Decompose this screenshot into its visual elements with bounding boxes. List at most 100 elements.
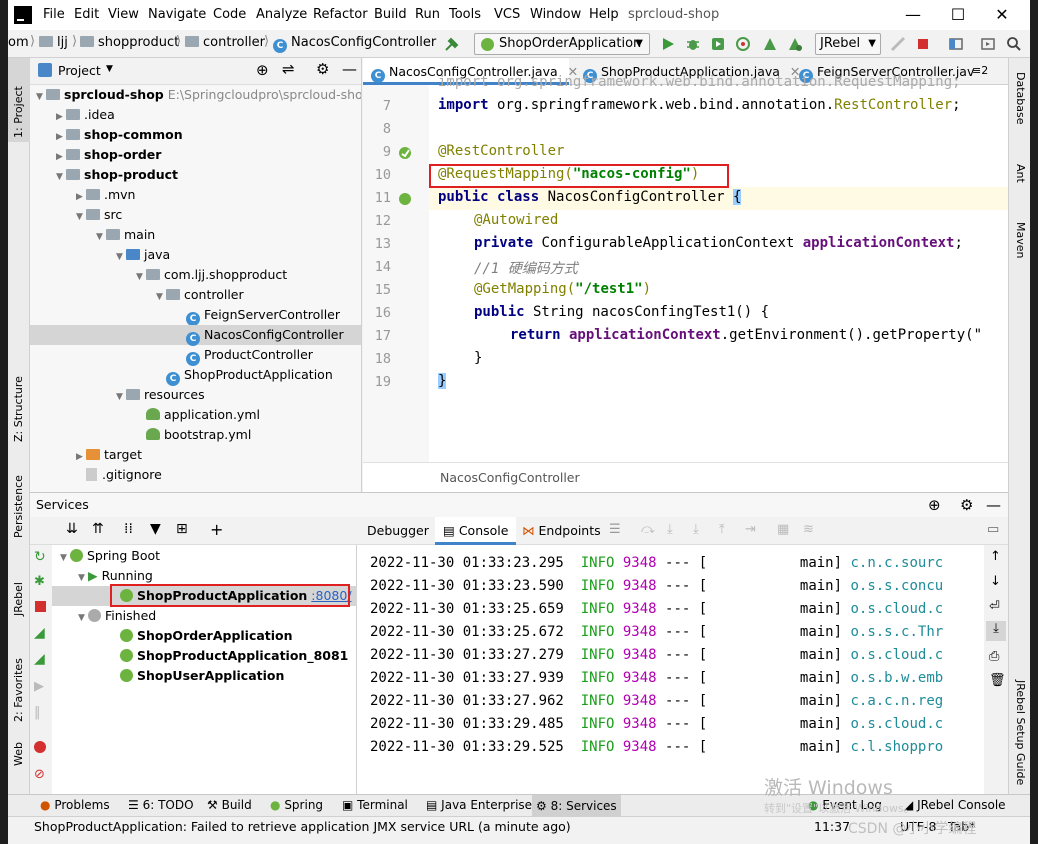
tool-terminal[interactable]: ▣ Terminal	[342, 798, 408, 812]
svc-spring-boot[interactable]: ▼ Spring Boot	[52, 546, 160, 566]
tab-endpoints[interactable]: ⋈ Endpoints	[514, 517, 609, 545]
close-button[interactable]: ✕	[980, 4, 1024, 26]
step-over-icon[interactable]: ⤼	[641, 522, 655, 537]
menu-navigate[interactable]: Navigate	[148, 7, 206, 22]
editor-breadcrumb[interactable]: NacosConfigController	[363, 462, 1008, 492]
status-message[interactable]: ShopProductApplication: Failed to retrie…	[34, 819, 571, 834]
collapse-all-icon[interactable]: ⇌	[282, 60, 295, 78]
project-structure-icon[interactable]	[948, 36, 964, 52]
tree-item[interactable]: .gitignore	[30, 465, 361, 485]
add-service-icon[interactable]: +	[210, 520, 223, 539]
clear-all-icon[interactable]: 🗑	[989, 673, 1006, 688]
tree-item[interactable]: ▼ main	[30, 225, 361, 247]
tree-item[interactable]: ▼ controller	[30, 285, 361, 305]
tree-item[interactable]: C FeignServerController	[30, 305, 361, 326]
tree-expand-icon[interactable]: ▼	[116, 247, 126, 267]
tab-debugger[interactable]: Debugger	[359, 517, 437, 545]
breadcrumb-om[interactable]: om	[8, 35, 29, 50]
tree-expand-icon[interactable]: ▶	[76, 447, 86, 467]
group-by-icon[interactable]: ⁞⁞	[124, 521, 133, 537]
collapse-all-icon[interactable]: ⇈	[92, 521, 104, 537]
tool-tab-maven[interactable]: Maven	[1014, 222, 1027, 258]
scroll-up-icon[interactable]: ↑	[990, 549, 1001, 564]
jrebel-update-icon[interactable]	[890, 36, 906, 52]
tree-item[interactable]: ▶ shop-order	[30, 145, 361, 165]
run-with-coverage-icon[interactable]	[710, 36, 726, 52]
spring-bean-gutter-icon[interactable]	[397, 145, 413, 161]
presentation-icon[interactable]	[980, 36, 996, 52]
tree-item[interactable]: bootstrap.yml	[30, 425, 361, 445]
breadcrumb-ljj[interactable]: ljj	[39, 35, 68, 50]
tree-expand-icon[interactable]: ▶	[56, 107, 66, 127]
layout-icon[interactable]: ▭	[987, 522, 999, 537]
run-to-cursor-icon[interactable]: ⇥	[745, 522, 756, 537]
new-tab-icon[interactable]: ⊞	[176, 521, 188, 537]
tab-console[interactable]: ▤ Console	[435, 517, 517, 545]
menu-analyze[interactable]: Analyze	[256, 7, 307, 22]
resume-icon[interactable]: ▶	[34, 679, 48, 694]
gear-icon[interactable]: ⚙	[960, 493, 973, 517]
menu-help[interactable]: Help	[589, 7, 619, 22]
tool-tab-database[interactable]: Database	[1014, 72, 1027, 125]
scroll-to-end-icon[interactable]: ⤓	[986, 621, 1006, 641]
svc-finished-app[interactable]: ShopOrderApplication	[52, 626, 293, 646]
menu-icon[interactable]: ☰	[609, 522, 621, 537]
mute-breakpoints-icon[interactable]: ⊘	[34, 767, 48, 782]
evaluate-icon[interactable]: ▦	[777, 522, 789, 537]
tool-problems[interactable]: ● Problems	[40, 798, 110, 812]
jrebel-select[interactable]: JRebel ▼	[815, 33, 881, 55]
tree-root[interactable]: ▼ sprcloud-shop E:\Springcloudpro\sprclou…	[30, 85, 361, 105]
menu-run[interactable]: Run	[415, 7, 440, 22]
tool-tab-web[interactable]: Web	[12, 742, 25, 766]
tool-spring[interactable]: ● Spring	[270, 798, 323, 812]
scroll-down-icon[interactable]: ↓	[990, 574, 1001, 589]
tool-services[interactable]: ⚙ 8: Services	[532, 795, 621, 817]
soft-wrap-icon[interactable]: ⏎	[989, 599, 1000, 614]
svc-finished-group[interactable]: ▼ Finished	[52, 606, 156, 626]
tree-item[interactable]: C ProductController	[30, 345, 361, 366]
tool-todo[interactable]: ☰ 6: TODO	[128, 798, 194, 812]
breadcrumb-controller[interactable]: controller	[185, 35, 265, 50]
run-configuration-select[interactable]: ShopOrderApplication ▼	[474, 33, 650, 55]
jrebel-debug-icon[interactable]: ◢	[34, 651, 48, 667]
force-step-into-icon[interactable]: ⤓	[693, 522, 699, 537]
locate-icon[interactable]: ⊕	[256, 61, 269, 79]
caret-position[interactable]: 11:37	[814, 817, 850, 837]
breadcrumb-nacosconfigcontroller[interactable]: C NacosConfigController	[273, 35, 436, 53]
tree-item[interactable]: application.yml	[30, 405, 361, 425]
tool-tab-jrebel-setup-guide[interactable]: JRebel Setup Guide	[1014, 680, 1027, 785]
hide-icon[interactable]: —	[986, 493, 1001, 517]
chevron-down-icon[interactable]: ▼	[106, 64, 113, 74]
step-out-icon[interactable]: ⤒	[719, 522, 725, 537]
tree-item[interactable]: ▼ src	[30, 205, 361, 225]
menu-code[interactable]: Code	[213, 7, 246, 22]
step-into-icon[interactable]: ⤓	[667, 522, 673, 537]
trace-icon[interactable]: ≋	[803, 522, 814, 537]
tool-tab-ant[interactable]: Ant	[1014, 164, 1027, 183]
tree-item[interactable]: ▼ shop-product	[30, 165, 361, 187]
gear-icon[interactable]: ⚙	[316, 60, 329, 78]
tree-item[interactable]: ▶ .mvn	[30, 185, 361, 205]
spring-bean-gutter-icon[interactable]	[397, 191, 413, 207]
tool-tab-persistence[interactable]: Persistence	[12, 475, 25, 538]
tree-expand-icon[interactable]: ▼	[136, 267, 146, 287]
locate-icon[interactable]: ⊕	[928, 493, 941, 517]
search-icon[interactable]	[1006, 36, 1022, 52]
tree-item[interactable]: ▶ shop-common	[30, 125, 361, 145]
project-view-title[interactable]: Project	[58, 63, 101, 78]
tool-tab-favorites[interactable]: 2: Favorites	[12, 658, 25, 722]
tool-tab-jrebel[interactable]: JRebel	[12, 582, 25, 616]
stop-icon[interactable]	[915, 36, 931, 52]
menu-window[interactable]: Window	[530, 7, 581, 22]
profile-icon[interactable]	[735, 36, 751, 52]
tree-expand-icon[interactable]: ▼	[56, 167, 66, 187]
filter-icon[interactable]: ▼	[150, 521, 161, 537]
tree-item[interactable]: C ShopProductApplication	[30, 365, 361, 386]
debug-icon[interactable]: ✱	[34, 574, 48, 589]
tree-item[interactable]: C NacosConfigController	[30, 325, 361, 346]
menu-edit[interactable]: Edit	[74, 7, 99, 22]
tool-build[interactable]: ⚒ Build	[207, 798, 252, 812]
tree-item[interactable]: ▼ resources	[30, 385, 361, 405]
stop-icon[interactable]	[35, 601, 46, 612]
tree-expand-icon[interactable]: ▼	[96, 227, 106, 247]
